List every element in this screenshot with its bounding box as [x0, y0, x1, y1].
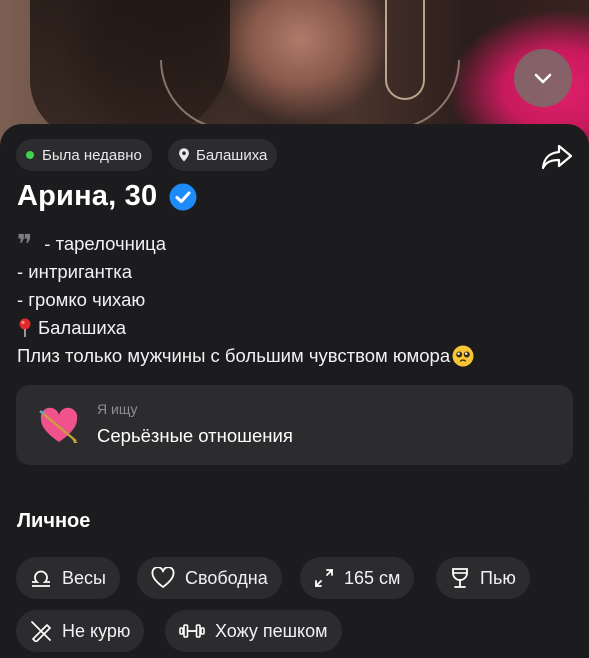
location-pin-icon — [178, 148, 190, 162]
zodiac-libra-icon — [30, 568, 52, 588]
section-title: Личное — [17, 510, 91, 532]
city-label: Балашиха — [196, 146, 268, 164]
heart-icon — [151, 567, 175, 589]
bio-line: Плиз только мужчины с большим чувством ю… — [17, 342, 474, 370]
profile-name-age: Арина, 30 — [17, 180, 158, 212]
round-pushpin-icon — [17, 318, 33, 338]
pleading-face-icon — [452, 345, 474, 367]
tag-zodiac: Весы — [16, 557, 120, 599]
bio-line: ❞ - тарелочница — [17, 230, 474, 258]
bio-line: - интригантка — [17, 258, 474, 286]
bio-line-text: Балашиха — [38, 317, 127, 338]
personal-section: Личное Весы Свободна 165 см Пью Не курю — [0, 492, 589, 658]
no-smoking-icon — [30, 620, 52, 642]
tag-drinking: Пью — [436, 557, 530, 599]
looking-for-label: Я ищу — [97, 401, 138, 417]
wine-glass-icon — [450, 567, 470, 589]
tag-relationship: Свободна — [137, 557, 282, 599]
tag-label: Свободна — [185, 567, 268, 588]
profile-card: Была недавно Балашиха Арина, 30 ❞ - таре… — [0, 124, 589, 481]
tag-label: Не курю — [62, 620, 131, 641]
bio-line: - громко чихаю — [17, 286, 474, 314]
verified-badge-icon — [169, 183, 197, 210]
online-status-label: Была недавно — [42, 146, 142, 164]
chevron-down-icon — [534, 73, 552, 84]
tag-smoking: Не курю — [16, 610, 145, 652]
tag-label: Весы — [62, 567, 106, 588]
looking-for-card[interactable]: Я ищу Серьёзные отношения — [16, 385, 573, 465]
bio-line-text: - громко чихаю — [17, 289, 146, 310]
city-chip[interactable]: Балашиха — [168, 139, 278, 171]
online-status-chip: Была недавно — [16, 139, 152, 171]
bio-line-text: - интригантка — [17, 261, 133, 282]
bio-text: ❞ - тарелочница - интригантка - громко ч… — [17, 230, 474, 370]
tag-label: 165 см — [344, 567, 401, 588]
name-row: Арина, 30 — [17, 180, 197, 213]
photo-necklace — [160, 60, 460, 130]
tag-label: Хожу пешком — [215, 620, 328, 641]
bio-line-text: Плиз только мужчины с большим чувством ю… — [17, 345, 451, 366]
dumbbell-icon — [179, 623, 205, 639]
tag-sport: Хожу пешком — [165, 610, 342, 652]
bio-line: Балашиха — [17, 314, 474, 342]
tag-label: Пью — [480, 567, 516, 588]
height-arrows-icon — [314, 568, 334, 588]
share-icon[interactable] — [541, 143, 573, 171]
tag-height: 165 см — [300, 557, 415, 599]
online-dot-icon — [26, 151, 34, 159]
looking-for-value: Серьёзные отношения — [97, 425, 293, 446]
bio-line-text: - тарелочница — [44, 233, 167, 254]
collapse-button[interactable] — [514, 49, 572, 107]
heart-with-arrow-icon — [39, 407, 78, 443]
quote-icon: ❞ — [17, 229, 33, 259]
